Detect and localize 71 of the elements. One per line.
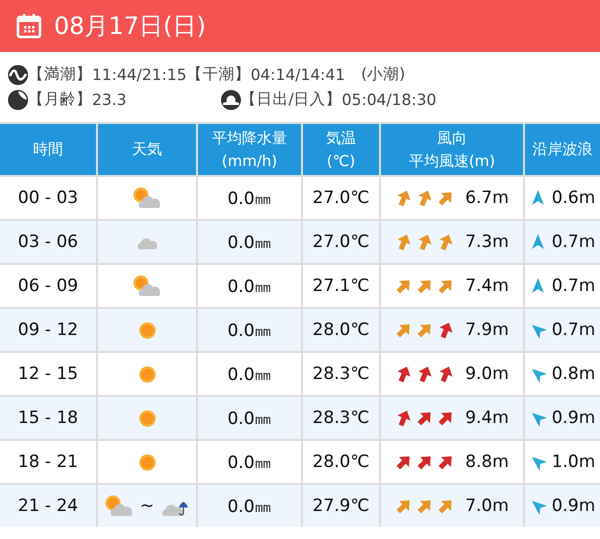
sunrise-icon	[220, 90, 241, 110]
wave-height: 0.9m	[552, 408, 596, 428]
moon-age-value: 23.3	[92, 90, 127, 108]
wind-speed: 7.4m	[465, 276, 509, 296]
temperature-cell: 28.3℃	[303, 397, 379, 439]
wind-speed: 8.8m	[465, 452, 509, 472]
time-cell: 06 - 09	[0, 265, 96, 307]
rain-cell: 0.0㎜	[198, 177, 301, 219]
wave-height: 0.6m	[552, 188, 596, 208]
moon-phase-icon	[8, 90, 28, 110]
wind-speed: 6.7m	[465, 188, 509, 208]
wave-height: 0.7m	[552, 320, 596, 340]
wave-height: 0.9m	[552, 496, 596, 516]
tide-times: 04:14/14:41	[250, 66, 346, 84]
time-cell: 12 - 15	[0, 353, 96, 395]
sunrise-sunset-times: 05:04/18:30	[342, 90, 436, 108]
column-header: 時間	[0, 124, 96, 175]
sun-behind-cloud-icon	[132, 275, 162, 297]
temperature-cell: 27.9℃	[303, 485, 379, 527]
time-cell: 18 - 21	[0, 441, 96, 483]
wind-speed: 9.4m	[465, 408, 509, 428]
wind-speed: 7.0m	[465, 496, 509, 516]
date-title: 08月17日(日)	[54, 11, 206, 42]
temperature-cell: 27.0℃	[303, 177, 379, 219]
range-separator: ~	[140, 496, 154, 516]
column-header: 沿岸波浪	[525, 124, 600, 175]
sun-icon	[138, 364, 156, 384]
rain-cell: 0.0㎜	[198, 441, 301, 483]
sun-icon	[138, 452, 156, 472]
sun-behind-cloud-icon	[104, 495, 134, 517]
sun-icon	[138, 320, 156, 340]
rain-cell: 0.0㎜	[198, 397, 301, 439]
tide-label: 【干潮】	[186, 64, 251, 85]
rain-cell: 0.0㎜	[198, 309, 301, 351]
sunrise-sunset-label: 【日出/日入】	[240, 89, 342, 110]
time-cell: 03 - 06	[0, 221, 96, 263]
rain-cell: 0.0㎜	[198, 485, 301, 527]
column-header: 風向 平均風速(m)	[381, 124, 523, 175]
wave-height: 0.7m	[552, 232, 596, 252]
wave-height: 1.0m	[552, 452, 596, 472]
tide-type: (小潮)	[361, 64, 406, 85]
tide-label: 【満潮】	[28, 64, 92, 85]
wave-height: 0.8m	[552, 364, 596, 384]
moon-age-label: 【月齢】	[28, 89, 92, 110]
wind-speed: 7.3m	[465, 232, 509, 252]
column-header: 天気	[98, 124, 196, 175]
temperature-cell: 28.0℃	[303, 309, 379, 351]
time-cell: 00 - 03	[0, 177, 96, 219]
time-cell: 15 - 18	[0, 397, 96, 439]
wave-direction-icon	[530, 277, 546, 295]
rain-cell: 0.0㎜	[198, 265, 301, 307]
column-header: 気温 (℃)	[303, 124, 379, 175]
temperature-cell: 28.3℃	[303, 353, 379, 395]
column-header: 平均降水量 (mm/h)	[198, 124, 301, 175]
time-cell: 09 - 12	[0, 309, 96, 351]
wind-speed: 9.0m	[465, 364, 509, 384]
wind-speed: 7.9m	[465, 320, 509, 340]
temperature-cell: 27.0℃	[303, 221, 379, 263]
temperature-cell: 28.0℃	[303, 441, 379, 483]
wave-direction-icon	[530, 189, 546, 207]
rain-cell: 0.0㎜	[198, 221, 301, 263]
rain-cell: 0.0㎜	[198, 353, 301, 395]
wave-height: 0.7m	[552, 276, 596, 296]
time-cell: 21 - 24	[0, 485, 96, 527]
temperature-cell: 27.1℃	[303, 265, 379, 307]
sun-behind-cloud-icon	[132, 187, 162, 209]
calendar-icon	[16, 13, 42, 39]
sun-icon	[138, 408, 156, 428]
tide-times: 11:44/21:15	[92, 66, 187, 84]
wave-icon	[8, 64, 28, 84]
wave-direction-icon	[530, 233, 546, 251]
